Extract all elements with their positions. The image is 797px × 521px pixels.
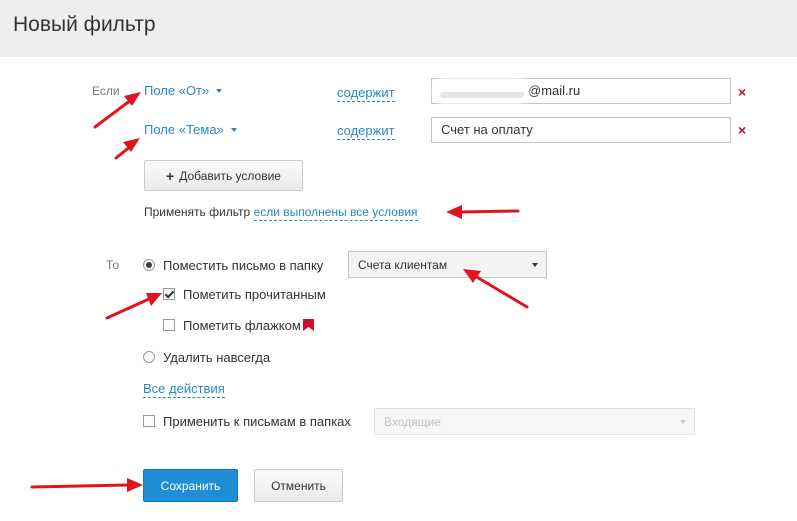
apply-folders-select: Входящие [374, 408, 695, 435]
add-condition-button[interactable]: + Добавить условие [144, 160, 303, 191]
flag-icon [303, 319, 314, 331]
mark-flag-label: Пометить флажком [183, 318, 301, 333]
all-actions-link[interactable]: Все действия [143, 381, 225, 398]
move-to-folder-radio[interactable] [143, 259, 155, 271]
delete-forever-radio[interactable] [143, 351, 155, 363]
mark-read-label: Пометить прочитанным [183, 287, 326, 302]
condition-field-dropdown-from[interactable]: Поле «От» [144, 83, 223, 98]
chevron-down-icon [230, 127, 237, 132]
condition-field-label: Поле «От» [144, 83, 210, 98]
header: Новый фильтр [0, 0, 797, 57]
apply-filter-label: Применять фильтр [144, 205, 251, 219]
apply-to-folders-label: Применить к письмам в папках [163, 414, 351, 429]
condition-value-text: Счет на оплату [441, 122, 533, 137]
apply-filter-row: Применять фильтр если выполнены все усло… [144, 205, 418, 221]
cancel-button[interactable]: Отменить [254, 469, 343, 502]
add-condition-label: Добавить условие [179, 168, 281, 183]
redacted-mask [436, 80, 526, 102]
move-to-folder-label: Поместить письмо в папку [163, 258, 324, 273]
chevron-down-icon [216, 88, 223, 93]
mark-flag-checkbox[interactable] [163, 319, 175, 331]
cancel-button-label: Отменить [271, 478, 326, 493]
condition-value-input-subject[interactable]: Счет на оплату [431, 117, 731, 143]
mark-read-checkbox[interactable] [163, 288, 175, 300]
then-label: То [106, 258, 120, 272]
folder-select[interactable]: Счета клиентам [348, 251, 547, 278]
page-title: Новый фильтр [13, 13, 156, 36]
condition-operator-dropdown[interactable]: содержит [337, 123, 395, 140]
condition-field-label: Поле «Тема» [144, 122, 224, 137]
all-actions-label: Все действия [143, 381, 225, 398]
condition-operator-dropdown[interactable]: содержит [337, 85, 395, 102]
if-label: Если [92, 84, 120, 98]
annotation-arrow [30, 478, 143, 492]
remove-condition-icon[interactable]: × [738, 123, 746, 137]
annotation-arrow [105, 293, 162, 320]
annotation-arrow [446, 205, 520, 219]
condition-operator-label: содержит [337, 85, 395, 102]
save-button[interactable]: Сохранить [143, 469, 238, 502]
apply-condition-mode-link[interactable]: если выполнены все условия [253, 205, 418, 221]
apply-folders-value: Входящие [384, 414, 441, 429]
condition-field-dropdown-subject[interactable]: Поле «Тема» [144, 122, 237, 137]
redacted-smudge [440, 92, 524, 98]
save-button-label: Сохранить [160, 478, 221, 493]
condition-operator-label: содержит [337, 123, 395, 140]
condition-value-text: @mail.ru [528, 83, 581, 98]
chevron-down-icon [532, 263, 538, 267]
remove-condition-icon[interactable]: × [738, 85, 746, 99]
apply-to-folders-checkbox[interactable] [143, 415, 155, 427]
delete-forever-label: Удалить навсегда [163, 350, 271, 365]
chevron-down-icon [680, 420, 686, 424]
annotation-arrow [114, 138, 140, 160]
plus-icon: + [166, 167, 175, 184]
folder-select-value: Счета клиентам [358, 257, 448, 272]
